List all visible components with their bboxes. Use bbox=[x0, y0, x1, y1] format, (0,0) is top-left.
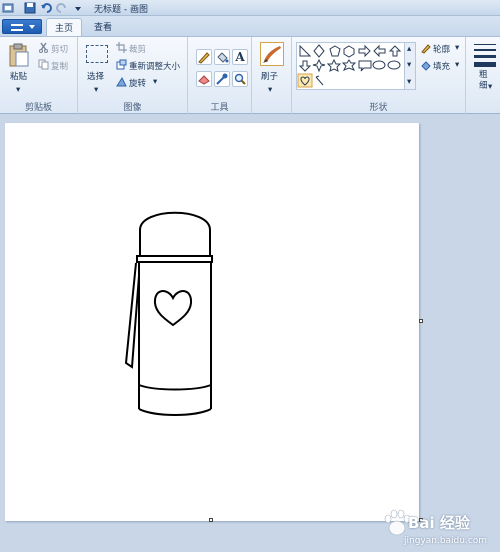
redo-icon[interactable] bbox=[56, 2, 68, 14]
menu-lines-icon bbox=[11, 24, 23, 31]
rotate-button[interactable]: 旋转 bbox=[129, 77, 146, 89]
paint-menu-button[interactable] bbox=[2, 19, 42, 34]
outline-icon bbox=[420, 43, 431, 57]
ribbon: 粘贴 ▾ 剪切 复制 剪贴板 选择 ▾ 裁剪 重新调整大小 旋转 ▾ 图像 A … bbox=[0, 36, 500, 115]
watermark-text: Bai 经验 bbox=[408, 514, 470, 532]
image-group: 选择 ▾ 裁剪 重新调整大小 旋转 ▾ 图像 bbox=[78, 37, 188, 115]
expand-gallery-icon[interactable]: ▾ bbox=[407, 77, 411, 87]
drawing-canvas[interactable] bbox=[5, 123, 419, 521]
paste-icon bbox=[8, 43, 30, 70]
title-bar: 无标题 - 画图 bbox=[0, 0, 500, 16]
chevron-up-icon[interactable]: ▴ bbox=[407, 44, 411, 54]
resize-icon bbox=[116, 59, 127, 73]
rotate-icon bbox=[116, 76, 127, 90]
pencil-icon[interactable] bbox=[196, 49, 212, 65]
baidu-watermark: Bai 经验 jingyan.baidu.com bbox=[380, 508, 498, 550]
clipboard-group-label: 剪贴板 bbox=[24, 103, 52, 113]
cut-button[interactable]: 剪切 bbox=[51, 43, 68, 55]
crop-icon bbox=[116, 42, 127, 56]
chevron-down-icon[interactable]: ▾ bbox=[455, 43, 459, 53]
window-title: 无标题 - 画图 bbox=[94, 5, 148, 15]
line-width-icon bbox=[474, 44, 496, 67]
image-group-label: 图像 bbox=[123, 103, 142, 113]
ribbon-tab-row: 主页 查看 bbox=[0, 16, 500, 36]
chevron-down-icon[interactable]: ▾ bbox=[94, 85, 98, 95]
resize-button[interactable]: 重新调整大小 bbox=[129, 60, 180, 72]
tools-group-label: 工具 bbox=[210, 103, 229, 113]
paste-button[interactable]: 粘贴 bbox=[10, 70, 27, 82]
thermos-drawing bbox=[124, 211, 213, 416]
magnifier-icon[interactable] bbox=[232, 71, 248, 87]
brush-icon[interactable] bbox=[260, 42, 284, 66]
chevron-down-icon[interactable]: ▾ bbox=[407, 60, 411, 70]
watermark-url: jingyan.baidu.com bbox=[404, 536, 488, 546]
canvas-area bbox=[0, 115, 500, 552]
tab-home[interactable]: 主页 bbox=[46, 18, 83, 36]
crop-button[interactable]: 裁剪 bbox=[129, 43, 146, 55]
brushes-group: 刷子 ▾ bbox=[252, 37, 292, 115]
fill-bucket-icon[interactable] bbox=[214, 49, 230, 65]
canvas-resize-handle-bottom[interactable] bbox=[209, 518, 213, 522]
chevron-down-icon[interactable]: ▾ bbox=[455, 60, 459, 70]
size-group: 粗细 ▾ bbox=[466, 37, 500, 115]
shapes-group: ▴ ▾ ▾ 轮廓 ▾ 填充 ▾ 形状 bbox=[292, 37, 466, 115]
app-icon bbox=[2, 2, 14, 14]
chevron-down-icon bbox=[29, 25, 35, 29]
eraser-icon[interactable] bbox=[196, 71, 212, 87]
save-icon[interactable] bbox=[24, 2, 36, 14]
copy-button[interactable]: 复制 bbox=[51, 60, 68, 72]
chevron-down-icon[interactable]: ▾ bbox=[153, 77, 157, 87]
copy-icon bbox=[38, 59, 49, 73]
shape-icons[interactable] bbox=[297, 43, 415, 89]
canvas-resize-handle-right[interactable] bbox=[419, 319, 423, 323]
outline-button[interactable]: 轮廓 bbox=[433, 43, 450, 55]
text-tool-icon[interactable]: A bbox=[232, 49, 248, 65]
fill-icon bbox=[420, 60, 431, 74]
tab-view[interactable]: 查看 bbox=[86, 18, 120, 36]
chevron-down-icon[interactable]: ▾ bbox=[488, 82, 492, 92]
select-button[interactable]: 选择 bbox=[87, 70, 104, 82]
clipboard-group: 粘贴 ▾ 剪切 复制 剪贴板 bbox=[0, 37, 78, 115]
shapes-group-label: 形状 bbox=[369, 103, 388, 113]
undo-icon[interactable] bbox=[40, 2, 52, 14]
color-picker-icon[interactable] bbox=[214, 71, 230, 87]
select-icon bbox=[86, 45, 108, 63]
shapes-gallery[interactable] bbox=[296, 42, 416, 90]
scissors-icon bbox=[38, 42, 49, 56]
fill-button[interactable]: 填充 bbox=[433, 60, 450, 72]
brushes-button[interactable]: 刷子 bbox=[261, 70, 278, 82]
shapes-scrollbar[interactable]: ▴ ▾ ▾ bbox=[404, 42, 416, 90]
chevron-down-icon[interactable]: ▾ bbox=[268, 85, 272, 95]
customize-quick-access-icon[interactable] bbox=[72, 2, 84, 14]
tools-group: A 工具 bbox=[188, 37, 252, 115]
chevron-down-icon[interactable]: ▾ bbox=[16, 85, 20, 95]
